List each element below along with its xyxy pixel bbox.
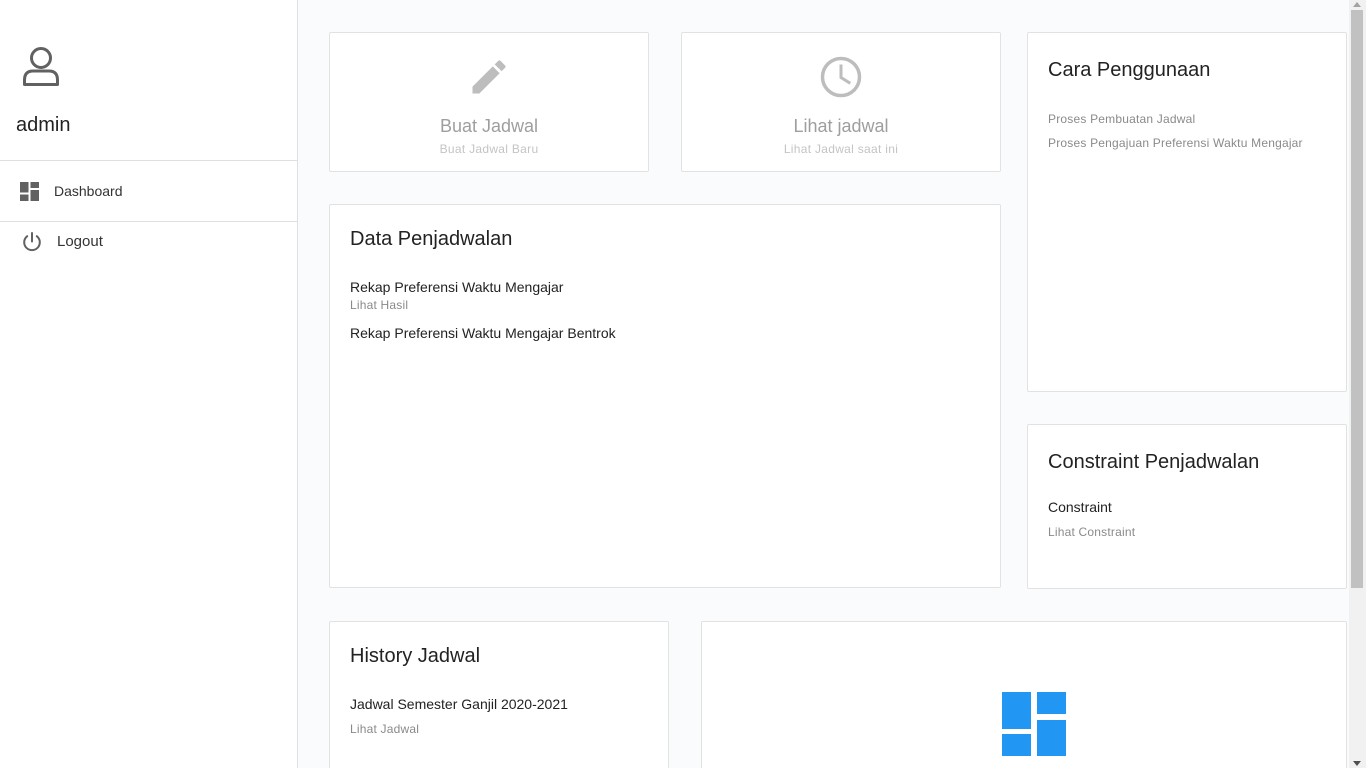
scheduling-data-title: Data Penjadwalan (350, 228, 513, 250)
preference-recap-link[interactable]: Lihat Hasil (350, 298, 408, 312)
dashboard-logo-icon (1002, 692, 1066, 756)
scroll-down-icon[interactable] (1353, 761, 1361, 766)
clock-icon (820, 56, 862, 98)
scroll-thumb[interactable] (1351, 10, 1363, 588)
sidebar-item-logout[interactable]: Logout (0, 222, 297, 272)
pencil-icon (472, 60, 506, 94)
sidebar-item-dashboard[interactable]: Dashboard (0, 161, 297, 222)
dashboard-logo-card (701, 621, 1347, 768)
usage-guide-card: Cara Penggunaan Proses Pembuatan Jadwal … (1027, 32, 1347, 392)
conflict-recap-link[interactable]: Rekap Preferensi Waktu Mengajar Bentrok (350, 325, 616, 341)
constraint-title: Constraint Penjadwalan (1048, 451, 1260, 473)
schedule-history-title: History Jadwal (350, 645, 481, 667)
sidebar-item-label: Dashboard (54, 183, 123, 199)
preference-recap-title: Rekap Preferensi Waktu Mengajar (350, 279, 564, 295)
view-history-link[interactable]: Lihat Jadwal (350, 722, 419, 736)
schedule-history-card: History Jadwal Jadwal Semester Ganjil 20… (329, 621, 669, 768)
sidebar-item-label: Logout (57, 233, 103, 250)
power-icon (23, 232, 41, 252)
user-block: admin (0, 0, 297, 161)
guide-link-preference-submission[interactable]: Proses Pengajuan Preferensi Waktu Mengaj… (1048, 136, 1303, 150)
create-schedule-title: Buat Jadwal (439, 116, 539, 136)
constraint-card: Constraint Penjadwalan Constraint Lihat … (1027, 424, 1347, 589)
create-schedule-card[interactable]: Buat Jadwal Buat Jadwal Baru (329, 32, 649, 172)
sidebar: admin Dashboard Logout (0, 0, 298, 768)
user-name: admin (16, 114, 71, 136)
view-constraint-link[interactable]: Lihat Constraint (1048, 525, 1135, 539)
view-schedule-card[interactable]: Lihat jadwal Lihat Jadwal saat ini (681, 32, 1001, 172)
scroll-up-icon[interactable] (1353, 2, 1361, 7)
history-item-title: Jadwal Semester Ganjil 2020-2021 (350, 696, 568, 712)
scheduling-data-card: Data Penjadwalan Rekap Preferensi Waktu … (329, 204, 1001, 588)
create-schedule-subtitle: Buat Jadwal Baru (439, 142, 539, 156)
usage-guide-title: Cara Penggunaan (1048, 59, 1211, 81)
dashboard-icon (20, 182, 39, 201)
view-schedule-subtitle: Lihat Jadwal saat ini (783, 142, 899, 156)
constraint-item-title: Constraint (1048, 499, 1112, 515)
user-icon (23, 47, 59, 86)
page-scrollbar[interactable] (1349, 0, 1366, 768)
view-schedule-title: Lihat jadwal (793, 116, 889, 136)
guide-link-schedule-creation[interactable]: Proses Pembuatan Jadwal (1048, 112, 1195, 126)
